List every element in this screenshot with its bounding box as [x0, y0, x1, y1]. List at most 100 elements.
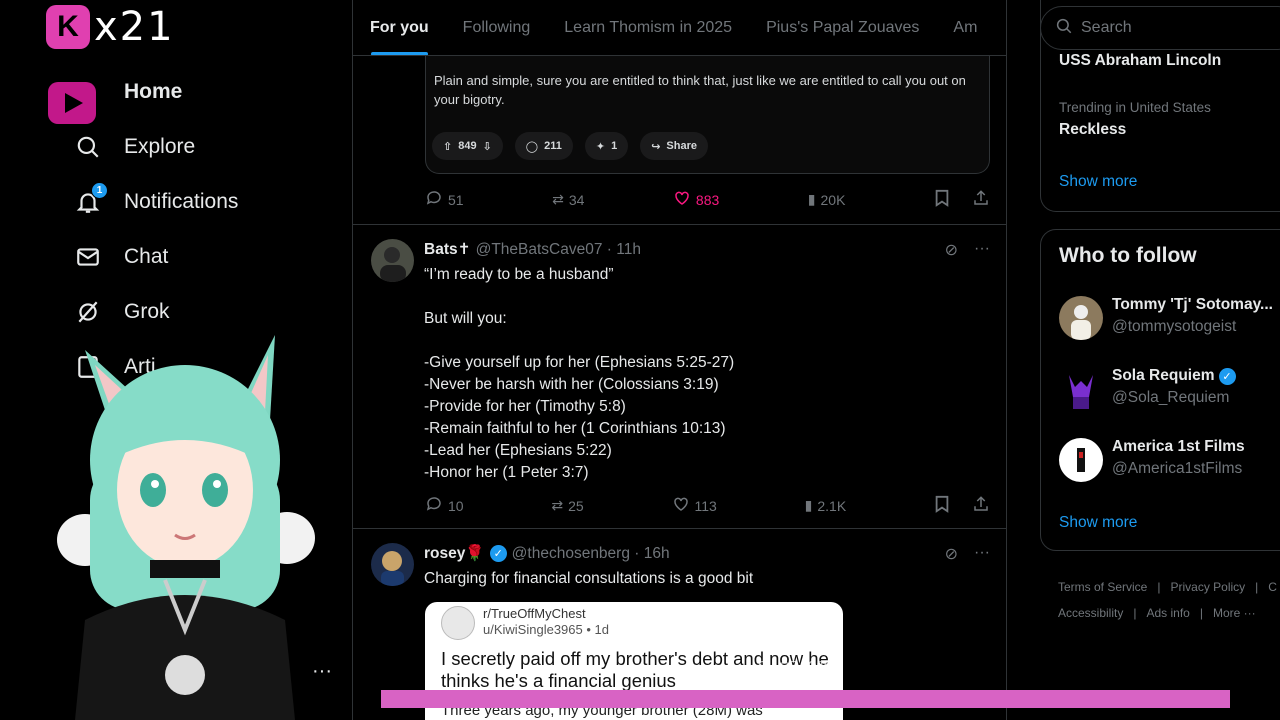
views-button[interactable]: ▮ 2.1K [805, 497, 847, 514]
follow-name: Tommy 'Tj' Sotomay... [1112, 296, 1273, 313]
tab-truncated[interactable]: Am [936, 0, 994, 55]
reply-icon [425, 189, 443, 210]
repost-button[interactable]: ⇄ 34 [552, 191, 584, 208]
nav-explore[interactable]: Explore [74, 119, 238, 174]
more-options-icon[interactable]: ··· [312, 660, 332, 683]
like-button[interactable]: 113 [672, 495, 717, 516]
footer-link-terms[interactable]: Terms of Service [1058, 580, 1147, 594]
share-icon[interactable] [972, 495, 990, 516]
downvote-icon: ⇩ [482, 140, 492, 153]
show-more-follow-link[interactable]: Show more [1059, 514, 1137, 532]
like-count: 113 [694, 497, 717, 514]
share-arrow-icon: ↪ [651, 140, 661, 153]
left-sidebar: K x21 Home Explore 1 Notifications Chat … [0, 0, 352, 720]
tab-learn-thomism[interactable]: Learn Thomism in 2025 [547, 0, 749, 55]
tab-papal-zouaves[interactable]: Pius's Papal Zouaves [749, 0, 936, 55]
repost-button[interactable]: ⇄ 25 [551, 497, 583, 514]
search-input[interactable]: Search [1040, 6, 1280, 50]
avatar [1059, 367, 1103, 411]
author-name[interactable]: Bats✝ [424, 240, 471, 259]
author-handle[interactable]: @TheBatsCave07 · 11h [476, 241, 641, 259]
share-label: Share [666, 140, 697, 152]
author-name[interactable]: rosey🌹 [424, 544, 485, 563]
tab-for-you[interactable]: For you [353, 0, 446, 55]
notification-count-badge: 1 [91, 181, 108, 199]
follow-name: Sola Requiem ✓ [1112, 367, 1236, 385]
search-icon [1055, 17, 1073, 40]
repost-icon: ⇄ [552, 191, 564, 207]
analytics-icon: ▮ [807, 191, 816, 207]
upvote-icon: ⇧ [443, 140, 453, 153]
home-icon [48, 78, 102, 124]
avatar[interactable] [371, 543, 414, 586]
vote-pill: ⇧ 849 ⇩ [432, 132, 503, 160]
nav-label-home: Home [124, 79, 183, 103]
comment-icon: ◯ [525, 140, 539, 153]
bookmark-icon[interactable] [934, 495, 950, 516]
search-placeholder: Search [1081, 19, 1132, 36]
footer-link-ads-info[interactable]: Ads info [1146, 606, 1189, 620]
nav-chat[interactable]: Chat [74, 229, 238, 284]
follow-suggestion[interactable]: Tommy 'Tj' Sotomay... @tommysotogeist [1059, 296, 1273, 340]
show-more-trends-link[interactable]: Show more [1059, 173, 1137, 191]
footer-link-cookie[interactable]: C [1268, 580, 1277, 594]
awards-pill: ✦ 1 [584, 132, 629, 160]
subreddit-avatar [441, 606, 475, 640]
follow-suggestion[interactable]: America 1st Films @America1stFilms [1059, 438, 1245, 482]
reddit-username: u/KiwiSingle3965 • 1d [483, 622, 609, 637]
footer-separator: | [1255, 580, 1259, 594]
views-count: 20K [820, 191, 846, 208]
heart-icon [673, 189, 691, 210]
grok-icon [74, 298, 102, 326]
comment-count: 211 [544, 140, 562, 152]
repost-count: 34 [568, 191, 585, 208]
footer-link-more[interactable]: More ··· [1213, 606, 1256, 620]
embed-text: Plain and simple, sure you are entitled … [434, 73, 966, 107]
timeline-tabs: For you Following Learn Thomism in 2025 … [353, 0, 1006, 56]
trend-item[interactable]: USS Abraham Lincoln [1059, 52, 1221, 70]
tab-following[interactable]: Following [446, 0, 548, 55]
avatar[interactable] [371, 239, 414, 282]
footer-separator: | [1199, 606, 1203, 620]
reply-button[interactable]: 51 [425, 189, 464, 210]
verified-badge-icon: ✓ [1218, 367, 1236, 385]
vtuber-avatar-overlay [57, 335, 315, 720]
nav-label-notifications: Notifications [124, 189, 239, 213]
heart-icon [672, 495, 690, 516]
grok-icon[interactable]: ⊘ [945, 240, 958, 260]
more-icon[interactable]: ··· [974, 544, 990, 564]
main-timeline: For you Following Learn Thomism in 2025 … [352, 0, 1007, 720]
more-icon[interactable]: ··· [974, 240, 990, 260]
like-button[interactable]: 883 [673, 189, 719, 210]
follow-suggestion[interactable]: Sola Requiem ✓ @Sola_Requiem [1059, 367, 1236, 411]
nav-home[interactable]: Home [48, 64, 238, 124]
post-secondary-actions [934, 495, 990, 516]
trend-item[interactable]: Reckless [1059, 121, 1126, 139]
reply-button[interactable]: 10 [425, 495, 464, 516]
views-count: 2.1K [817, 497, 847, 514]
views-button[interactable]: ▮ 20K [808, 191, 846, 208]
post-tools: ⊘ ··· [945, 544, 990, 564]
nav-label-grok: Grok [124, 299, 170, 323]
embedded-media-card[interactable]: Plain and simple, sure you are entitled … [425, 56, 990, 174]
logo-badge: K [46, 5, 90, 49]
footer-links: Terms of Service | Privacy Policy | C Access… [1058, 574, 1280, 626]
right-sidebar: USS Abraham Lincoln Trending in United S… [1040, 0, 1280, 720]
logo[interactable]: K x21 [46, 4, 175, 50]
bookmark-icon[interactable] [934, 189, 950, 210]
award-count: 1 [611, 140, 618, 152]
subreddit-name: r/TrueOffMyChest [483, 606, 586, 621]
nav-notifications[interactable]: 1 Notifications [74, 174, 238, 229]
logo-text: x21 [94, 4, 175, 50]
grok-icon[interactable]: ⊘ [945, 544, 958, 564]
footer-link-privacy[interactable]: Privacy Policy [1170, 580, 1245, 594]
post-secondary-actions [934, 189, 990, 210]
analytics-icon: ▮ [804, 497, 813, 513]
follow-name: America 1st Films [1112, 438, 1245, 455]
footer-link-accessibility[interactable]: Accessibility [1058, 606, 1123, 620]
share-icon[interactable] [972, 189, 990, 210]
author-handle[interactable]: @thechosenberg · 16h [512, 545, 670, 563]
avatar [1059, 296, 1103, 340]
post-item[interactable]: Bats✝ @TheBatsCave07 · 11h ⊘ ··· “I’m re… [353, 224, 1006, 528]
who-to-follow-card: Who to follow Tommy 'Tj' Sotomay... @tom… [1040, 229, 1280, 551]
